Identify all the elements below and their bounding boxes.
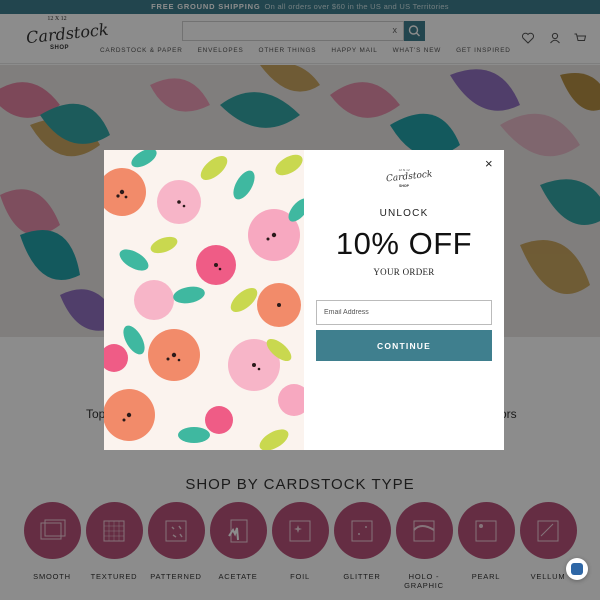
chat-button[interactable]	[566, 558, 588, 580]
continue-button[interactable]: CONTINUE	[316, 330, 492, 361]
popup-logo: 12 X 12 Cardstock SHOP	[384, 168, 433, 190]
chat-icon	[571, 563, 583, 575]
popup-offer-heading: 10% OFF	[335, 226, 473, 261]
floral-image	[104, 150, 304, 450]
floral-artwork	[104, 150, 304, 450]
close-icon[interactable]: ×	[485, 156, 493, 171]
email-field[interactable]	[316, 300, 492, 325]
popup-sub-text: YOUR ORDER	[373, 267, 435, 277]
popup-logo-shop: SHOP	[399, 184, 409, 188]
discount-popup: × 12 X 12 Cardstock SHOP UNLOCK 10% OFF …	[104, 150, 504, 450]
popup-unlock-text: UNLOCK	[379, 208, 429, 219]
